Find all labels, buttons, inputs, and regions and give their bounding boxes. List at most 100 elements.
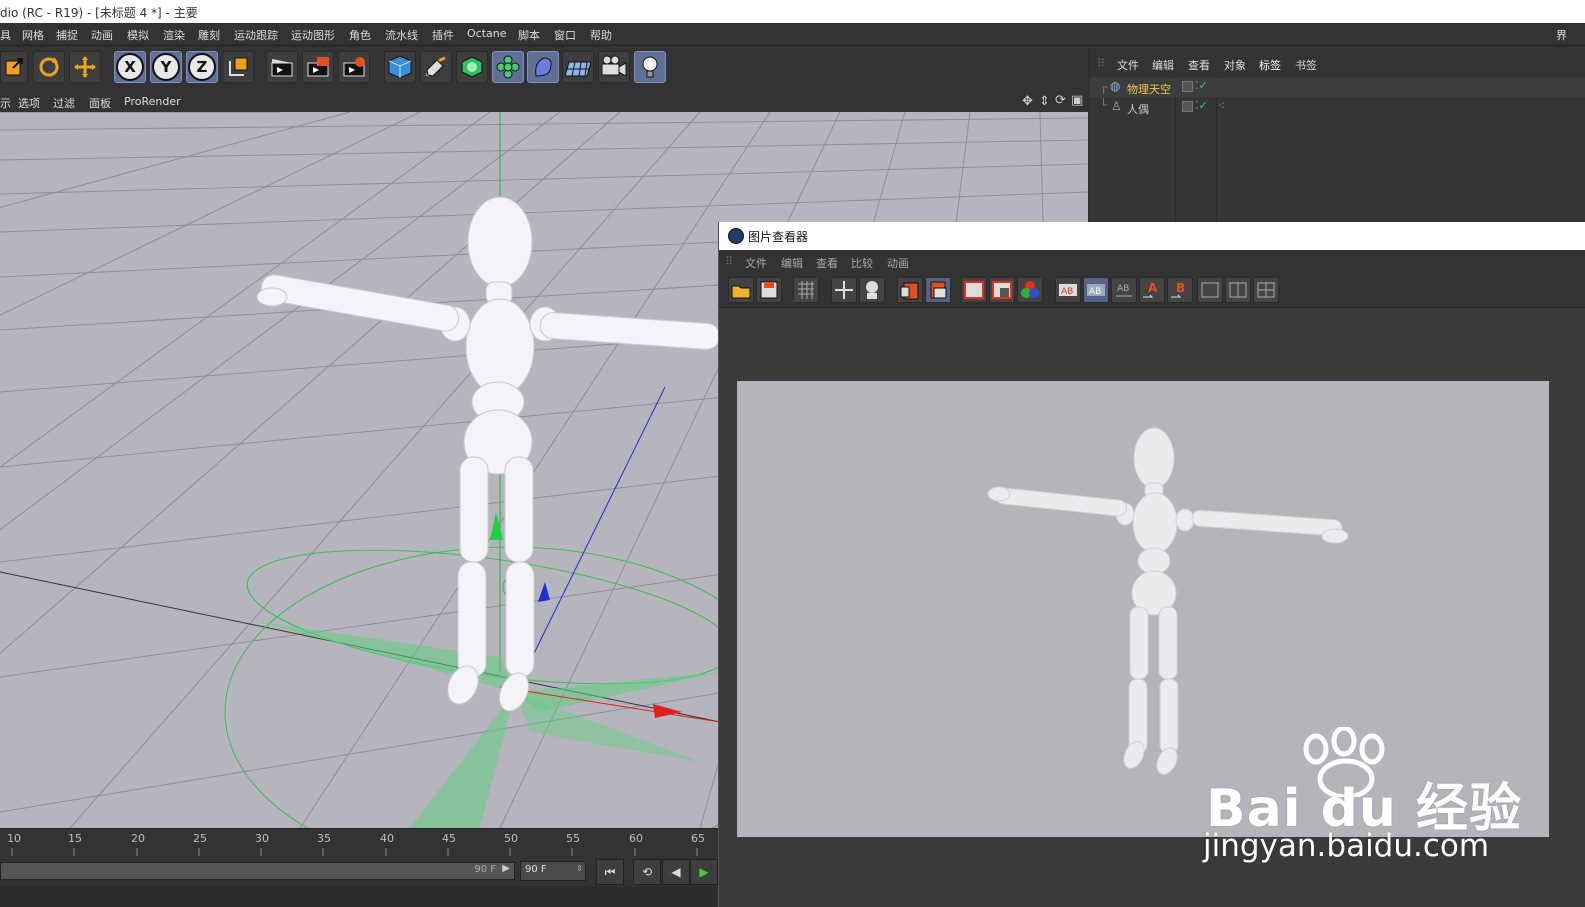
menu-item-octane[interactable]: Octane — [467, 27, 507, 40]
menu-item-layout[interactable]: 界 — [1556, 27, 1567, 43]
layout-single-button[interactable] — [1197, 277, 1223, 303]
menu-item-animate[interactable]: 动画 — [91, 27, 113, 43]
viewport-rotate-icon[interactable]: ⟳ — [1055, 93, 1066, 108]
scale-tool-button[interactable] — [0, 51, 28, 83]
menu-item-script[interactable]: 脚本 — [518, 27, 540, 43]
viewport-menu-bar: 示 选项 过滤 面板 ProRender ✥ ⇕ ⟳ ▣ — [0, 90, 1088, 112]
baidu-url-text: jingyan.baidu.com — [1203, 828, 1490, 864]
layer-icon[interactable] — [1182, 81, 1193, 92]
fit-view-button[interactable] — [831, 277, 857, 303]
set-a-button[interactable]: A — [1139, 277, 1165, 303]
object-name[interactable]: 人偶 — [1127, 101, 1149, 117]
axis-z-button[interactable]: Z — [186, 51, 218, 83]
open-folder-icon — [731, 285, 751, 299]
coordinate-system-button[interactable] — [222, 51, 254, 83]
panel-grip-icon[interactable]: ⠿ — [725, 255, 733, 268]
deformer-button[interactable] — [527, 51, 559, 83]
pv-menu-compare[interactable]: 比较 — [851, 255, 873, 271]
visibility-check-icon[interactable]: ⁚✓ — [1195, 99, 1208, 112]
grid-overlay-button[interactable] — [793, 277, 819, 303]
menu-item-mesh[interactable]: 网格 — [22, 27, 44, 43]
cloner-button[interactable] — [492, 51, 524, 83]
objmgr-menu-tags[interactable]: 标签 — [1259, 57, 1281, 73]
viewport-menu-options[interactable]: 选项 — [18, 95, 40, 111]
camera-object-button[interactable] — [598, 51, 630, 83]
frame-range-slider[interactable]: 90 F ▶ — [0, 862, 515, 880]
cube-object-button[interactable] — [384, 51, 416, 83]
objmgr-menu-objects[interactable]: 对象 — [1224, 57, 1246, 73]
save-icon — [760, 281, 778, 299]
zoom-button[interactable] — [859, 277, 885, 303]
render-view-button[interactable] — [266, 51, 298, 83]
object-row-physical-sky[interactable]: ┌ ◍ 物理天空 ⁚✓ — [1090, 78, 1585, 97]
window-title: dio (RC - R19) - [未标题 4 *] - 主要 — [0, 6, 198, 20]
subdivision-surface-button[interactable] — [456, 51, 488, 83]
spline-pen-button[interactable] — [420, 51, 452, 83]
menu-item-motion-tracking[interactable]: 运动跟踪 — [234, 27, 278, 43]
panel-grip-icon[interactable]: ⠿ — [1097, 57, 1105, 70]
render-region-button[interactable] — [897, 277, 923, 303]
menu-item-pipeline[interactable]: 流水线 — [385, 27, 418, 43]
viewport-maximize-icon[interactable]: ▣ — [1071, 93, 1083, 108]
viewport-move-icon[interactable]: ✥ — [1022, 94, 1033, 109]
cinema4d-logo-icon — [728, 228, 744, 244]
go-to-start-button[interactable]: ⏮ — [596, 859, 624, 885]
menu-item-window[interactable]: 窗口 — [554, 27, 576, 43]
stepper-icon[interactable]: ⇕ — [576, 864, 583, 873]
ab-compare-button[interactable]: AB — [1055, 277, 1081, 303]
object-name[interactable]: 物理天空 — [1127, 81, 1171, 97]
ab-difference-button[interactable]: AB — [1111, 277, 1137, 303]
slider-arrow-icon[interactable]: ▶ — [502, 863, 510, 874]
max-frame-field[interactable]: 90 F ⇕ — [520, 861, 586, 881]
menu-item-tools[interactable]: 具 — [0, 27, 11, 43]
compare-a-button[interactable] — [961, 277, 987, 303]
menu-item-render[interactable]: 渲染 — [163, 27, 185, 43]
viewport-menu-display[interactable]: 示 — [0, 95, 11, 111]
floor-object-button[interactable] — [562, 51, 594, 83]
layout-split-button[interactable] — [1225, 277, 1251, 303]
pv-menu-animation[interactable]: 动画 — [887, 255, 909, 271]
timeline-ruler[interactable]: 10 15 20 25 30 35 40 45 50 55 60 65 — [0, 828, 718, 857]
menu-item-simulate[interactable]: 模拟 — [127, 27, 149, 43]
move-tool-button[interactable] — [69, 51, 101, 83]
play-backwards-button[interactable]: ◀ — [662, 859, 690, 885]
objmgr-menu-edit[interactable]: 编辑 — [1152, 57, 1174, 73]
menu-item-mograph[interactable]: 运动图形 — [291, 27, 335, 43]
menu-item-sculpt[interactable]: 雕刻 — [198, 27, 220, 43]
color-channels-button[interactable] — [1017, 277, 1043, 303]
menu-item-character[interactable]: 角色 — [349, 27, 371, 43]
open-folder-button[interactable] — [728, 277, 754, 303]
objmgr-menu-file[interactable]: 文件 — [1117, 57, 1139, 73]
menu-item-snap[interactable]: 捕捉 — [56, 27, 78, 43]
save-button[interactable] — [756, 277, 782, 303]
play-forward-button[interactable]: ▶ — [690, 859, 718, 885]
set-b-button[interactable]: B — [1167, 277, 1193, 303]
menu-item-help[interactable]: 帮助 — [590, 27, 612, 43]
viewport-dolly-icon[interactable]: ⇕ — [1039, 94, 1050, 109]
layout-quad-button[interactable] — [1253, 277, 1279, 303]
viewport-menu-prorender[interactable]: ProRender — [124, 95, 181, 108]
previous-keyframe-button[interactable]: ⟲ — [633, 859, 661, 885]
visibility-check-icon[interactable]: ⁚✓ — [1195, 79, 1208, 92]
render-to-picture-viewer-button[interactable] — [302, 51, 334, 83]
rotate-tool-button[interactable] — [33, 51, 65, 83]
objmgr-menu-bookmarks[interactable]: 书签 — [1295, 57, 1317, 73]
objmgr-menu-view[interactable]: 查看 — [1188, 57, 1210, 73]
tag-icon[interactable]: ⁖ — [1218, 99, 1225, 113]
timeline-tick: 50 — [504, 832, 518, 845]
pv-menu-file[interactable]: 文件 — [745, 255, 767, 271]
render-settings-button[interactable] — [338, 51, 370, 83]
ab-split-button[interactable]: AB — [1083, 277, 1109, 303]
menu-item-plugins[interactable]: 插件 — [432, 27, 454, 43]
viewport-menu-filter[interactable]: 过滤 — [53, 95, 75, 111]
pv-menu-edit[interactable]: 编辑 — [781, 255, 803, 271]
object-row-mannequin[interactable]: └ ♙ 人偶 ⁚✓ ⁖ — [1090, 98, 1585, 117]
light-object-button[interactable] — [634, 51, 666, 83]
layer-icon[interactable] — [1182, 101, 1193, 112]
axis-y-button[interactable]: Y — [150, 51, 182, 83]
pv-menu-view[interactable]: 查看 — [816, 255, 838, 271]
axis-x-button[interactable]: X — [114, 51, 146, 83]
compare-b-button[interactable] — [989, 277, 1015, 303]
render-active-view-button[interactable] — [925, 277, 951, 303]
viewport-menu-panel[interactable]: 面板 — [89, 95, 111, 111]
